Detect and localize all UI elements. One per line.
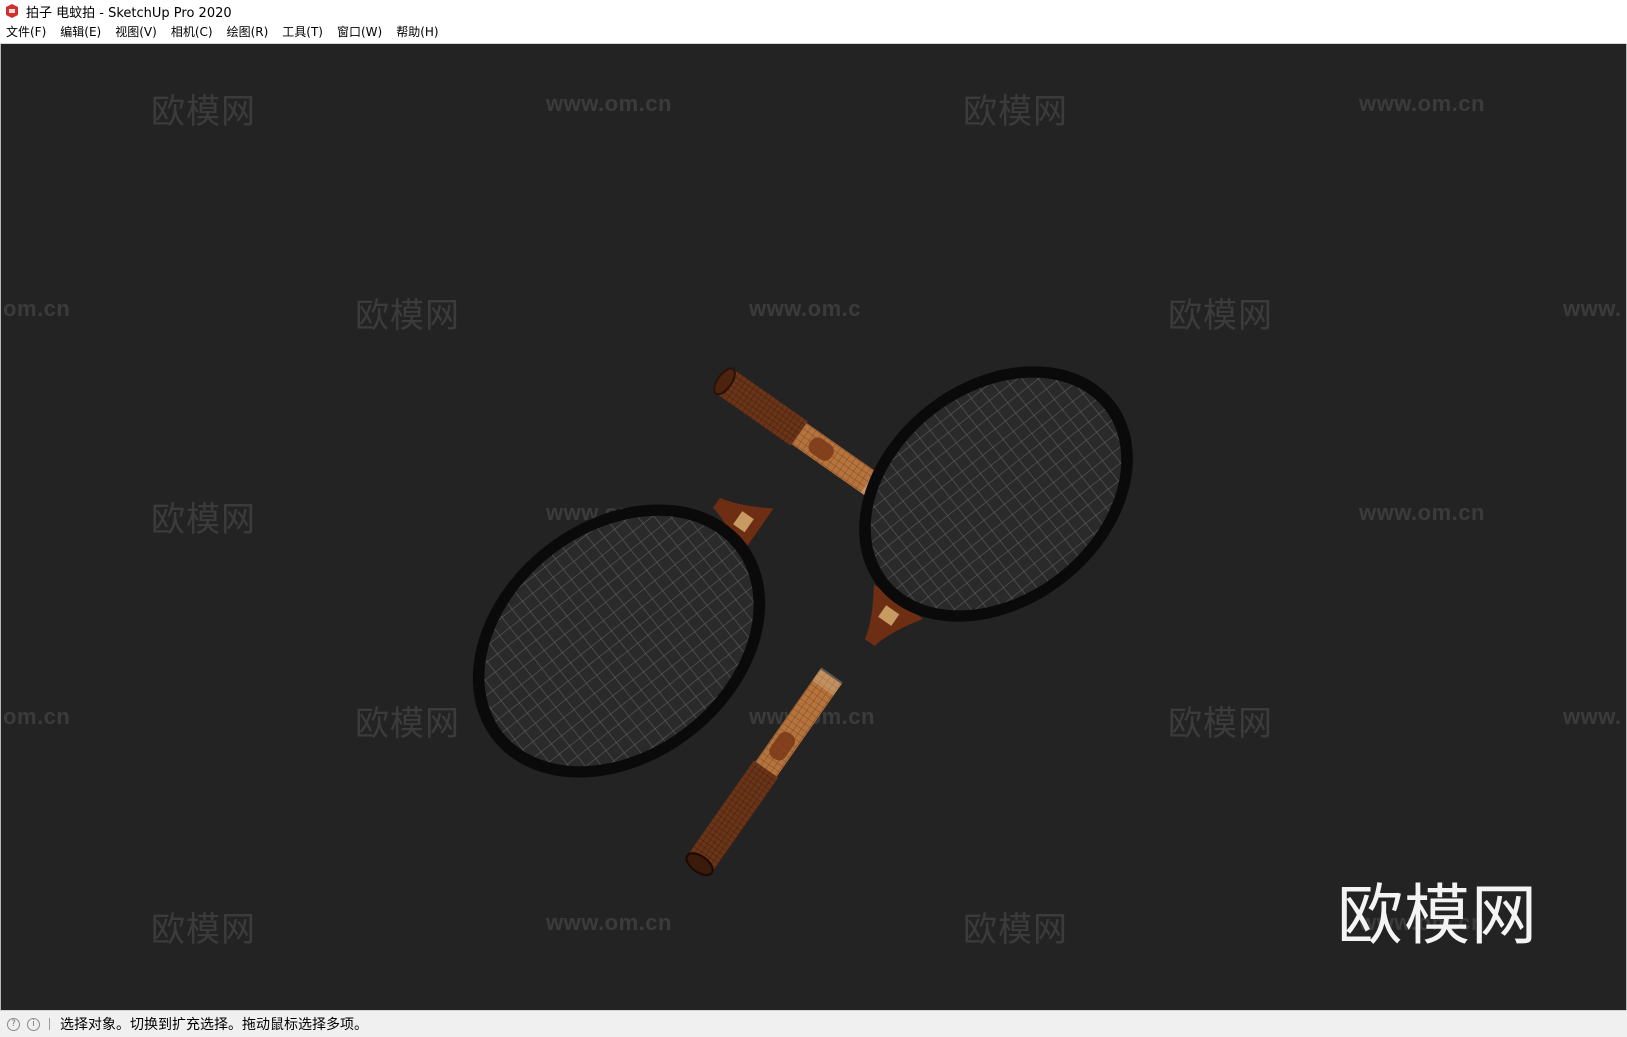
sketchup-logo-icon	[6, 4, 18, 18]
geo-location-icon[interactable]: ?	[7, 1017, 20, 1031]
info-icon[interactable]: i	[27, 1017, 40, 1031]
brand-logo: 欧模网	[1337, 877, 1538, 954]
window-title: 拍子 电蚊拍 - SketchUp Pro 2020	[26, 5, 232, 21]
menu-draw[interactable]: 绘图(R)	[220, 22, 276, 43]
menu-file[interactable]: 文件(F)	[0, 22, 53, 43]
menu-bar: 文件(F) 编辑(E) 视图(V) 相机(C) 绘图(R) 工具(T) 窗口(W…	[0, 22, 1627, 44]
status-divider	[49, 1018, 50, 1030]
model-viewport[interactable]: 欧模网 www.om.cn 欧模网 www.om.cn om.cn 欧模网 ww…	[0, 44, 1627, 1010]
racket-left	[472, 367, 891, 778]
title-bar: 拍子 电蚊拍 - SketchUp Pro 2020	[0, 0, 1627, 22]
menu-edit[interactable]: 编辑(E)	[53, 22, 108, 43]
status-bar: ? i 选择对象。切换到扩充选择。拖动鼠标选择多项。	[0, 1010, 1627, 1037]
menu-window[interactable]: 窗口(W)	[330, 22, 389, 43]
status-text: 选择对象。切换到扩充选择。拖动鼠标选择多项。	[60, 1017, 368, 1033]
menu-view[interactable]: 视图(V)	[108, 22, 164, 43]
menu-help[interactable]: 帮助(H)	[389, 22, 445, 43]
menu-camera[interactable]: 相机(C)	[164, 22, 220, 43]
menu-tools[interactable]: 工具(T)	[275, 22, 330, 43]
